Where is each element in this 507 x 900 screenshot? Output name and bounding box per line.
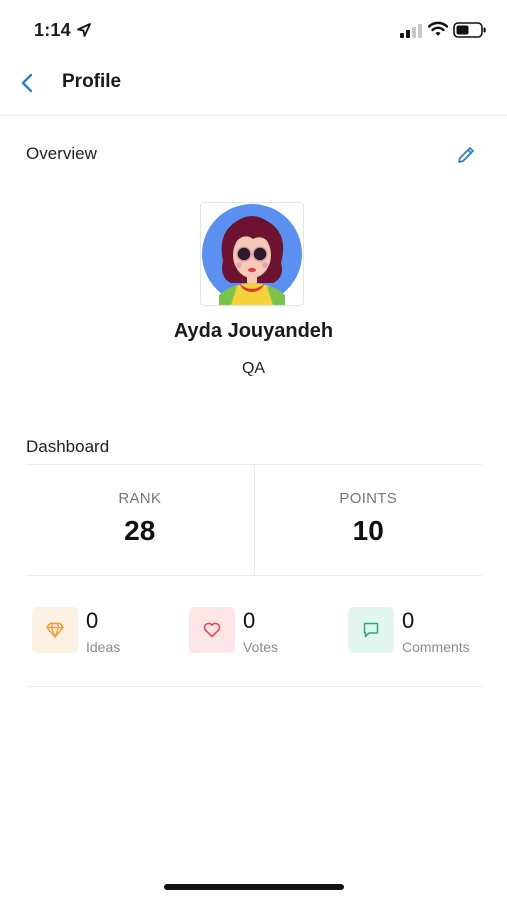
location-arrow-icon (77, 23, 91, 37)
user-name: Ayda Jouyandeh (173, 320, 334, 342)
avatar-illustration (202, 204, 302, 305)
wifi-icon (428, 21, 448, 36)
status-bar: 1:14 (0, 0, 507, 58)
cellular-signal-icon (400, 24, 422, 38)
nav-bar: Profile (0, 58, 507, 116)
avatar[interactable] (200, 202, 304, 306)
comments-icon-box (348, 607, 394, 653)
dashboard-heading: Dashboard (26, 437, 110, 456)
back-chevron-icon[interactable] (16, 71, 40, 95)
votes-count: 0 (243, 608, 256, 633)
ideas-icon-box (32, 607, 78, 653)
activity-counts: 0 Ideas 0 Votes 0 Comments (26, 576, 482, 687)
heart-icon (203, 622, 221, 638)
rank-value: 28 (124, 515, 156, 546)
points-stat: POINTS 10 (253, 465, 483, 575)
user-role: QA (241, 360, 266, 377)
ideas-label: Ideas (86, 639, 121, 655)
overview-heading: Overview (26, 144, 97, 163)
points-label: POINTS (339, 490, 398, 507)
battery-icon (453, 22, 486, 38)
votes-icon-box (189, 607, 235, 653)
ideas-count: 0 (86, 608, 99, 633)
comments-label: Comments (402, 639, 470, 655)
points-value: 10 (352, 515, 384, 546)
comments-count: 0 (402, 608, 415, 633)
home-indicator[interactable] (164, 884, 344, 890)
status-time: 1:14 (34, 20, 71, 40)
edit-pencil-icon[interactable] (455, 144, 477, 166)
rank-stat: RANK 28 (26, 465, 254, 575)
diamond-icon (46, 622, 64, 638)
stats-panel: RANK 28 POINTS 10 (26, 464, 482, 576)
page-title: Profile (62, 71, 122, 92)
rank-label: RANK (118, 490, 162, 507)
chat-bubble-icon (363, 622, 379, 638)
votes-label: Votes (243, 639, 279, 655)
